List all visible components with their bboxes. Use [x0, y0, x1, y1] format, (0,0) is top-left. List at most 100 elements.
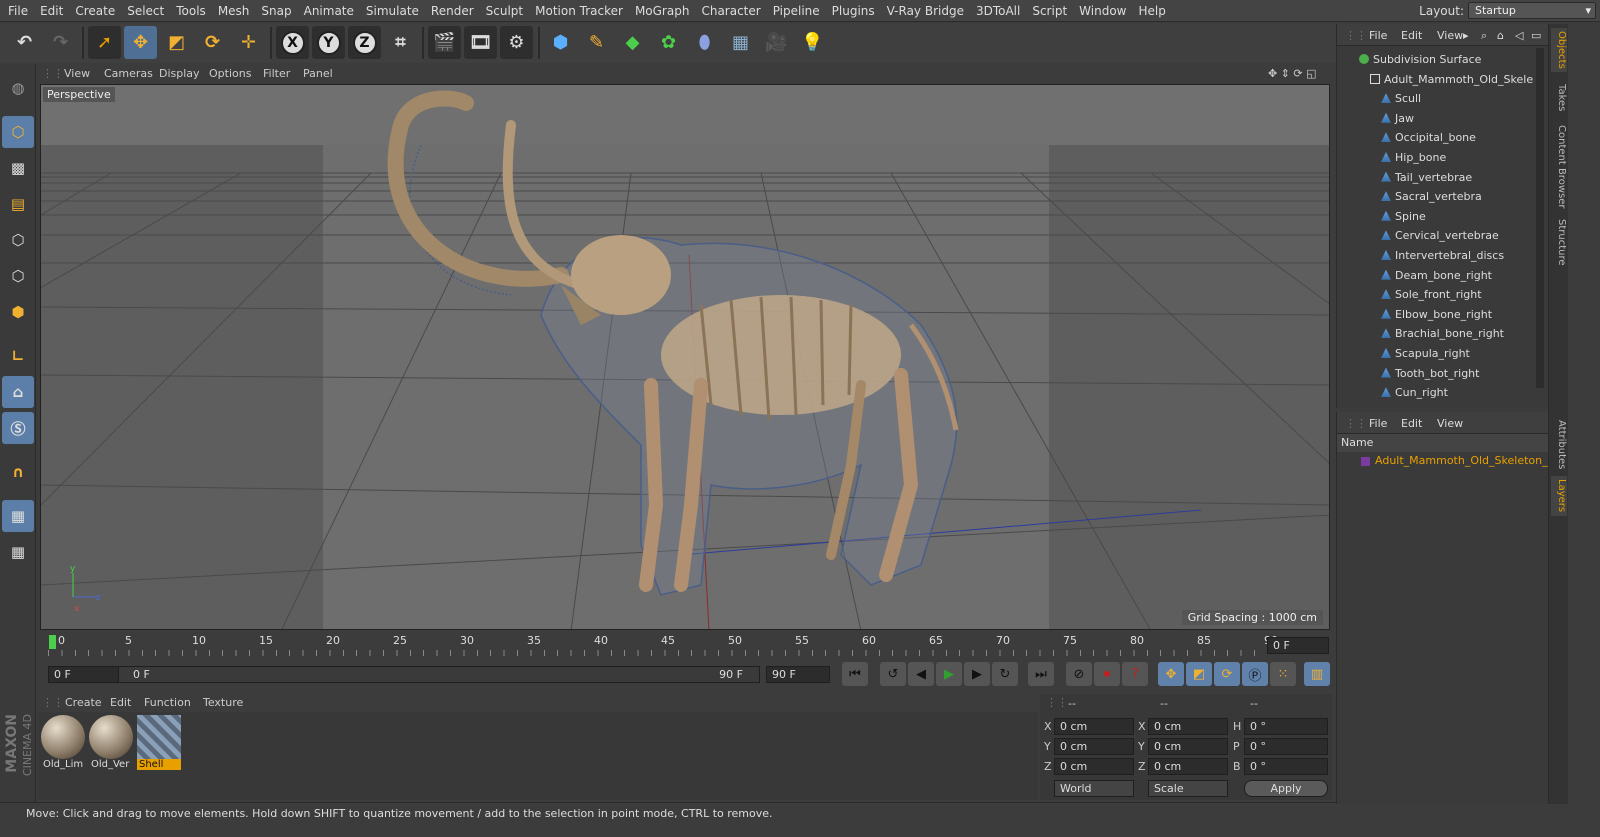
points-mode-button[interactable]: ⬡: [2, 224, 34, 256]
menu-item[interactable]: Simulate: [360, 0, 425, 22]
light-button[interactable]: 💡: [796, 26, 829, 59]
menu-item[interactable]: Help: [1132, 0, 1171, 22]
coordinate-mode-dropdown[interactable]: World: [1054, 780, 1134, 797]
key-parameter-button[interactable]: Ⓟ: [1242, 662, 1268, 686]
viewport-menu-view[interactable]: View: [64, 67, 90, 80]
object-menu-view[interactable]: View: [1437, 29, 1463, 42]
menu-item[interactable]: 3DToAll: [970, 0, 1026, 22]
object-mode-button[interactable]: ⬡: [2, 116, 34, 148]
object-tree-item[interactable]: Jaw: [1337, 109, 1533, 129]
tab-layers[interactable]: Layers: [1551, 476, 1567, 516]
subdivision-button[interactable]: ◆: [616, 26, 649, 59]
material-menu-function[interactable]: Function: [144, 696, 191, 709]
object-tree-item[interactable]: Brachial_bone_right: [1337, 324, 1533, 344]
pen-button[interactable]: ✎: [580, 26, 613, 59]
timeline-button[interactable]: ▥: [1304, 662, 1330, 686]
polygons-mode-button[interactable]: ⬢: [2, 296, 34, 328]
model-mode-button[interactable]: ◍: [2, 72, 34, 104]
menu-item[interactable]: Plugins: [826, 0, 881, 22]
size-mode-dropdown[interactable]: Scale: [1148, 780, 1228, 797]
playhead[interactable]: [49, 635, 56, 649]
y-axis-button[interactable]: Y: [312, 26, 345, 59]
key-rotation-button[interactable]: ⟳: [1214, 662, 1240, 686]
floor-button[interactable]: ▦: [724, 26, 757, 59]
menu-item[interactable]: V-Ray Bridge: [881, 0, 970, 22]
autokey-button[interactable]: ?: [1122, 662, 1148, 686]
new-window-icon[interactable]: ▭: [1531, 29, 1541, 42]
material-menu-texture[interactable]: Texture: [203, 696, 243, 709]
menu-item[interactable]: MoGraph: [629, 0, 696, 22]
layout-dropdown[interactable]: Startup ▾: [1468, 2, 1596, 19]
object-tree-item[interactable]: Spine: [1337, 207, 1533, 227]
rot-b-field[interactable]: 0 °: [1244, 758, 1328, 775]
play-button[interactable]: ▶: [936, 662, 962, 686]
frame-range-slider[interactable]: 0 F 90 F: [118, 666, 760, 683]
camera-button[interactable]: 🎥: [760, 26, 793, 59]
planar-workplane-button[interactable]: ▦: [2, 536, 34, 568]
object-tree-item[interactable]: Deam_bone_right: [1337, 266, 1533, 286]
object-tree-item[interactable]: Adult_Mammoth_Old_Skeleton: [1337, 70, 1533, 90]
object-tree-item[interactable]: Sacral_vertebra: [1337, 187, 1533, 207]
layer-menu-view[interactable]: View: [1437, 417, 1463, 430]
layer-menu-edit[interactable]: Edit: [1401, 417, 1422, 430]
current-frame-field[interactable]: 0 F: [1267, 637, 1329, 654]
tab-content-browser[interactable]: Content Browser: [1551, 122, 1567, 212]
home-icon[interactable]: ⌂: [1497, 29, 1504, 42]
texture-mode-button[interactable]: ▩: [2, 152, 34, 184]
menu-item[interactable]: Snap: [255, 0, 297, 22]
workplane-button[interactable]: ▤: [2, 188, 34, 220]
menu-item[interactable]: Edit: [34, 0, 69, 22]
menu-item[interactable]: Character: [695, 0, 766, 22]
snap-button[interactable]: Ⓢ: [2, 412, 34, 444]
size-z-field[interactable]: 0 cm: [1148, 758, 1228, 775]
cloner-button[interactable]: ✿: [652, 26, 685, 59]
keyframe-selection-button[interactable]: ⊘: [1066, 662, 1092, 686]
menu-item[interactable]: Tools: [170, 0, 212, 22]
object-tree-item[interactable]: Subdivision Surface: [1337, 50, 1533, 70]
object-tree-item[interactable]: Tail_vertebrae: [1337, 168, 1533, 188]
viewport-navigate-icons[interactable]: ✥ ⇕ ⟳ ◱: [1268, 67, 1317, 80]
viewport-menu-filter[interactable]: Filter: [263, 67, 290, 80]
cube-button[interactable]: ⬢: [544, 26, 577, 59]
record-button[interactable]: ⏺: [1094, 662, 1120, 686]
object-tree-item[interactable]: Cervical_vertebrae: [1337, 226, 1533, 246]
material-swatch-selected[interactable]: Shell: [137, 715, 181, 773]
material-menu-create[interactable]: Create: [65, 696, 102, 709]
menu-item[interactable]: File: [2, 0, 34, 22]
material-swatch[interactable]: Old_Ver: [89, 715, 133, 773]
key-point-level-button[interactable]: ⁙: [1270, 662, 1296, 686]
object-tree-item[interactable]: Cun_right: [1337, 383, 1533, 403]
material-menu-edit[interactable]: Edit: [110, 696, 131, 709]
object-tree-item[interactable]: Intervertebral_discs: [1337, 246, 1533, 266]
object-menu-edit[interactable]: Edit: [1401, 29, 1422, 42]
viewport[interactable]: y z x Perspective Grid Spacing : 1000 cm: [40, 84, 1330, 630]
object-scrollbar[interactable]: [1536, 48, 1544, 388]
menu-item[interactable]: Motion Tracker: [529, 0, 629, 22]
viewport-menu-options[interactable]: Options: [209, 67, 251, 80]
tab-takes[interactable]: Takes: [1551, 78, 1567, 118]
object-tree-item[interactable]: Tooth_bot_right: [1337, 364, 1533, 384]
render-picture-viewer-button[interactable]: 🎞: [464, 26, 497, 59]
object-tree-item[interactable]: Elbow_bone_right: [1337, 305, 1533, 325]
deformer-button[interactable]: ⬮: [688, 26, 721, 59]
layer-row[interactable]: Adult_Mammoth_Old_Skeleton_Sh: [1337, 452, 1549, 470]
redo-button[interactable]: ↷: [44, 26, 77, 59]
menu-item[interactable]: Animate: [298, 0, 360, 22]
magnet-button[interactable]: ∩: [2, 456, 34, 488]
menu-item[interactable]: Sculpt: [480, 0, 529, 22]
tab-structure[interactable]: Structure: [1551, 216, 1567, 268]
key-scale-button[interactable]: ◩: [1186, 662, 1212, 686]
workplane-lock-button[interactable]: ▦: [2, 500, 34, 532]
end-frame-field[interactable]: 90 F: [766, 666, 830, 683]
pos-z-field[interactable]: 0 cm: [1054, 758, 1134, 775]
menu-item[interactable]: Mesh: [212, 0, 256, 22]
rot-p-field[interactable]: 0 °: [1244, 738, 1328, 755]
size-y-field[interactable]: 0 cm: [1148, 738, 1228, 755]
object-tree-item[interactable]: Occipital_bone: [1337, 128, 1533, 148]
viewport-menu-cameras[interactable]: Cameras: [104, 67, 153, 80]
object-menu-file[interactable]: File: [1369, 29, 1387, 42]
next-key-button[interactable]: ↻: [992, 662, 1018, 686]
menu-item[interactable]: Create: [69, 0, 121, 22]
menu-item[interactable]: Render: [425, 0, 480, 22]
object-tree-item[interactable]: Sole_front_right: [1337, 285, 1533, 305]
